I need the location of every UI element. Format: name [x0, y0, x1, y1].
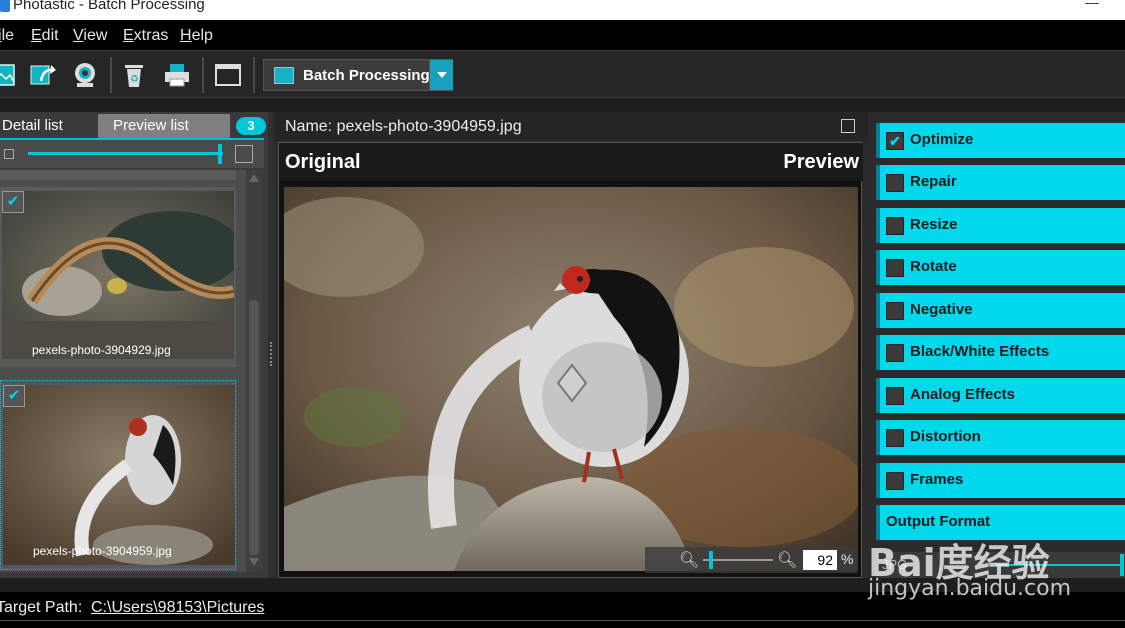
recycle-bin-icon[interactable]: ♻ [117, 59, 151, 91]
zoom-slider[interactable] [703, 559, 773, 561]
menu-extras[interactable]: Extras [123, 27, 168, 45]
effect-negative[interactable]: Negative [876, 293, 1125, 328]
effect-analog[interactable]: Analog Effects [876, 378, 1125, 413]
large-thumbnail-icon [235, 145, 253, 163]
menu-bar: ile Edit View Extras Help [0, 20, 1125, 50]
menu-view[interactable]: View [73, 27, 107, 45]
effect-checkbox[interactable] [886, 174, 904, 192]
file-list-panel: Detail list Preview list 3 ✔ pexels-phot… [0, 112, 268, 578]
open-image-icon[interactable] [0, 59, 20, 91]
original-label: Original [285, 151, 361, 173]
file-count-badge: 3 [236, 117, 266, 135]
item-checkbox[interactable]: ✔ [2, 191, 24, 213]
slider-thumb[interactable] [218, 144, 222, 164]
fullscreen-icon[interactable] [211, 59, 245, 91]
file-name-bar: Name: pexels-photo-3904959.jpg [275, 112, 868, 140]
effect-checkbox[interactable] [886, 344, 904, 362]
menu-edit[interactable]: Edit [31, 27, 59, 45]
zoom-value-input[interactable]: 92 [803, 550, 837, 570]
batch-processing-icon [274, 67, 294, 84]
effect-checkbox[interactable] [886, 217, 904, 235]
zoom-out-icon[interactable]: 🔍︎ [679, 550, 699, 570]
item-checkbox[interactable]: ✔ [3, 385, 25, 407]
effect-rotate[interactable]: Rotate [876, 250, 1125, 285]
thumbnail-image [2, 191, 234, 359]
webcam-icon[interactable] [68, 59, 102, 91]
small-thumbnail-icon [4, 149, 14, 159]
menu-help[interactable]: Help [180, 27, 213, 45]
preview-label: Preview [783, 151, 859, 173]
file-name-label: Name: pexels-photo-3904959.jpg [285, 118, 522, 135]
zoom-unit: % [841, 551, 854, 567]
effect-optimize[interactable]: ✔ Optimize [876, 123, 1125, 158]
effect-checkbox[interactable] [886, 302, 904, 320]
reload-icon[interactable] [26, 59, 60, 91]
effect-resize[interactable]: Resize [876, 208, 1125, 243]
list-item[interactable]: ✔ pexels-photo-3904929.jpg [0, 187, 236, 367]
effect-checkbox[interactable] [886, 472, 904, 490]
effect-repair[interactable]: Repair [876, 165, 1125, 200]
panel-splitter[interactable] [268, 112, 275, 578]
zoom-control: 🔍︎ 🔍︎ 92 % [645, 547, 857, 573]
title-bar: Photastic - Batch Processing — [0, 0, 1125, 20]
thumbnail-list: ✔ pexels-photo-3904929.jpg ✔ pexels-phot… [0, 170, 246, 572]
window-title: Photastic - Batch Processing [13, 0, 205, 13]
toolbar: ♻ Batch Processing [0, 50, 1125, 98]
effect-distortion[interactable]: Distortion [876, 420, 1125, 455]
effect-frames[interactable]: Frames [876, 463, 1125, 498]
preview-panel: Name: pexels-photo-3904959.jpg Original … [275, 112, 868, 578]
image-viewer: Original Preview 🔍︎ 🔍︎ 92 % [278, 142, 863, 578]
list-item[interactable]: ✔ pexels-photo-3904959.jpg [0, 380, 236, 570]
print-icon[interactable] [160, 59, 194, 91]
zoom-slider-thumb[interactable] [709, 551, 713, 569]
quality-slider-thumb[interactable] [1120, 554, 1124, 576]
thumbnail-size-slider[interactable] [0, 138, 264, 168]
target-path-link[interactable]: C:\Users\98153\Pictures [91, 599, 264, 617]
watermark: Bai度经验 jingyan.baidu.com [868, 541, 1072, 601]
effect-checkbox[interactable] [886, 387, 904, 405]
effects-panel: ✔ Optimize Repair Resize Rotate Negative … [872, 112, 1125, 578]
zoom-in-icon[interactable]: 🔍︎ [777, 550, 797, 570]
tab-preview-list[interactable]: Preview list [98, 114, 230, 138]
minimize-button[interactable]: — [1085, 0, 1099, 10]
thumbnail-image [3, 385, 235, 565]
tab-detail-list[interactable]: Detail list [0, 114, 98, 138]
svg-text:♻: ♻ [130, 74, 139, 85]
chevron-down-icon[interactable] [429, 60, 453, 90]
effect-checkbox[interactable] [886, 429, 904, 447]
effect-checkbox[interactable]: ✔ [886, 132, 904, 150]
app-icon [0, 0, 10, 12]
compare-icon[interactable] [841, 119, 855, 133]
batch-processing-button[interactable]: Batch Processing [263, 59, 453, 91]
list-scrollbar[interactable] [246, 170, 262, 572]
menu-file[interactable]: ile [0, 27, 14, 45]
preview-image [284, 187, 858, 571]
effect-black-white[interactable]: Black/White Effects [876, 335, 1125, 370]
target-path-label: Target Path: [0, 599, 83, 616]
effect-checkbox[interactable] [886, 259, 904, 277]
